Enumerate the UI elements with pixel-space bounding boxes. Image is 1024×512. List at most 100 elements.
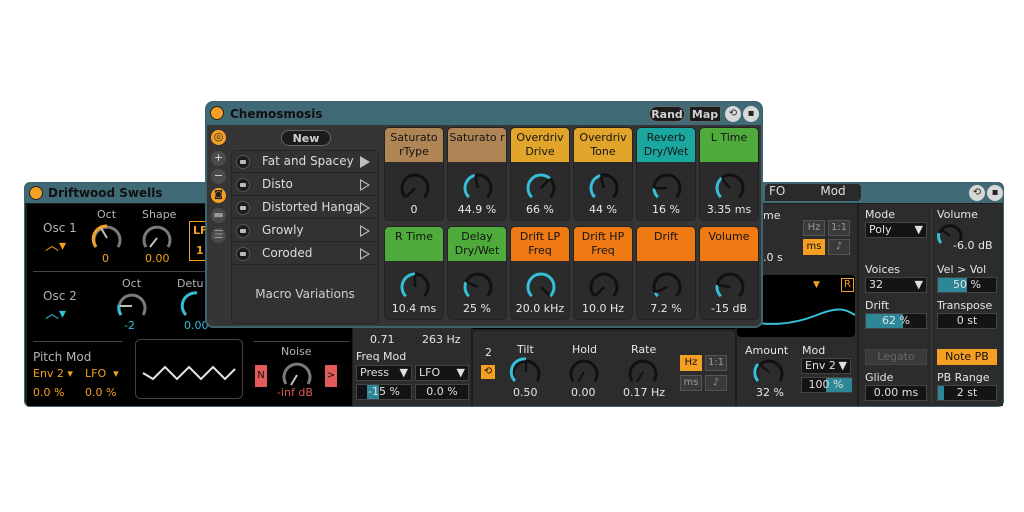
- hot-swap-icon[interactable]: ⟲: [725, 106, 741, 122]
- macro-name[interactable]: Saturato rType: [385, 128, 443, 162]
- osc2-oct-knob[interactable]: [114, 289, 150, 321]
- lfo-rate-knob[interactable]: [625, 355, 661, 387]
- macro-knob-3[interactable]: Overdriv Drive 66 %: [510, 127, 570, 221]
- pitch-mod-amt1[interactable]: 0.0 %: [33, 386, 64, 399]
- mod-pct-slider[interactable]: 100 %: [801, 377, 852, 393]
- macro-name[interactable]: R Time: [385, 227, 443, 261]
- mod-src-dropdown[interactable]: Env 2 ▼: [801, 358, 851, 374]
- lfo-retrigger-button[interactable]: ⟲: [481, 365, 495, 379]
- camera-icon[interactable]: [236, 247, 250, 261]
- macro-name[interactable]: Drift: [637, 227, 695, 261]
- macro-knob-12[interactable]: Volume -15 dB: [699, 226, 759, 320]
- chemosmosis-title-bar[interactable]: Chemosmosis Rand Map ⟲ ▪: [207, 103, 761, 125]
- camera-icon[interactable]: [236, 224, 250, 238]
- freq-mod-src2-dropdown[interactable]: LFO ▼: [415, 365, 469, 381]
- macro-dial[interactable]: [398, 171, 432, 203]
- mode-dropdown[interactable]: Poly ▼: [865, 222, 927, 238]
- pitch-mod-amt2[interactable]: 0.0 %: [85, 386, 116, 399]
- macro-name[interactable]: Overdriv Tone: [574, 128, 632, 162]
- voices-dropdown[interactable]: 32 ▼: [865, 277, 927, 293]
- device-power-toggle[interactable]: [29, 186, 43, 200]
- lfo-note-button[interactable]: ♪: [705, 375, 727, 391]
- variation-row[interactable]: Growly: [232, 220, 378, 242]
- freq-mod-amt2-slider[interactable]: 0.0 %: [415, 384, 469, 400]
- velvol-slider[interactable]: 50 %: [937, 277, 997, 293]
- glide-field[interactable]: 0.00 ms: [865, 385, 927, 401]
- lfo-hz-button[interactable]: Hz: [680, 355, 702, 371]
- freq-mod-amt1-slider[interactable]: -15 %: [356, 384, 412, 400]
- freq-mod-src1-dropdown[interactable]: Press ▼: [356, 365, 412, 381]
- macro-toggle-icon[interactable]: ◎: [211, 130, 226, 145]
- hot-swap-icon[interactable]: ⟲: [969, 185, 985, 201]
- play-icon[interactable]: [360, 179, 370, 191]
- mod-amount-knob[interactable]: [751, 355, 787, 387]
- camera-icon[interactable]: [236, 201, 250, 215]
- macro-dial[interactable]: [587, 171, 621, 203]
- osc1-oct-knob[interactable]: [89, 221, 125, 253]
- macro-knob-11[interactable]: Drift 7.2 %: [636, 226, 696, 320]
- macro-dial[interactable]: [650, 171, 684, 203]
- legato-button[interactable]: Legato: [865, 349, 927, 365]
- new-variation-button[interactable]: New: [281, 130, 331, 146]
- noise-n-button[interactable]: N: [255, 365, 267, 387]
- variation-row[interactable]: Fat and Spacey: [232, 151, 378, 173]
- macro-name[interactable]: L Time: [700, 128, 758, 162]
- rand-button[interactable]: Rand: [649, 106, 685, 122]
- macro-name[interactable]: Drift LP Freq: [511, 227, 569, 261]
- osc1-shape-knob[interactable]: [139, 221, 175, 253]
- note-pb-button[interactable]: Note PB: [937, 349, 997, 365]
- play-icon[interactable]: [360, 248, 370, 260]
- lfo-ms-button[interactable]: ms: [680, 375, 702, 391]
- lfo-sync-ratio-button[interactable]: 1:1: [705, 355, 727, 371]
- macro-dial[interactable]: [461, 171, 495, 203]
- macro-knob-4[interactable]: Overdriv Tone 44 %: [573, 127, 633, 221]
- lfo-hold-knob[interactable]: [566, 355, 602, 387]
- osc1-wave-icon[interactable]: ︿▾: [45, 235, 66, 255]
- macro-name[interactable]: Volume: [700, 227, 758, 261]
- tab-mod[interactable]: Mod: [805, 184, 861, 201]
- save-preset-icon[interactable]: ▪: [987, 185, 1003, 201]
- env-hz-button[interactable]: Hz: [803, 220, 825, 236]
- macro-name[interactable]: Saturato r: [448, 128, 506, 162]
- save-preset-icon[interactable]: ▪: [743, 106, 759, 122]
- macro-dial[interactable]: [713, 171, 747, 203]
- osc2-wave-icon[interactable]: ︿▾: [45, 303, 66, 323]
- macro-knob-2[interactable]: Saturato r 44.9 %: [447, 127, 507, 221]
- camera-icon[interactable]: [236, 178, 250, 192]
- lfo-tilt-knob[interactable]: [508, 355, 544, 387]
- macro-dial[interactable]: [587, 270, 621, 302]
- variation-row[interactable]: Distorted Hanga: [232, 197, 378, 219]
- rack-power-toggle[interactable]: [210, 106, 224, 120]
- remove-macro-icon[interactable]: −: [211, 169, 226, 184]
- env-ms-button[interactable]: ms: [803, 239, 825, 255]
- pitch-mod-src2[interactable]: LFO ▾: [85, 367, 119, 380]
- macro-name[interactable]: Drift HP Freq: [574, 227, 632, 261]
- add-macro-icon[interactable]: +: [211, 151, 226, 166]
- transpose-field[interactable]: 0 st: [937, 313, 997, 329]
- env-r-button[interactable]: R: [841, 278, 854, 292]
- macro-knob-8[interactable]: Delay Dry/Wet 25 %: [447, 226, 507, 320]
- variation-row[interactable]: Coroded: [232, 243, 378, 265]
- variations-camera-icon[interactable]: ◙: [211, 188, 226, 203]
- drift-slider[interactable]: 62 %: [865, 313, 927, 329]
- macro-dial[interactable]: [398, 270, 432, 302]
- pitch-mod-src1[interactable]: Env 2 ▾: [33, 367, 73, 380]
- map-button[interactable]: Map: [689, 106, 721, 122]
- play-icon[interactable]: [360, 225, 370, 237]
- env-note-button[interactable]: ♪: [828, 239, 850, 255]
- macro-knob-5[interactable]: Reverb Dry/Wet 16 %: [636, 127, 696, 221]
- env-ratio-button[interactable]: 1:1: [828, 220, 850, 236]
- macro-dial[interactable]: [524, 270, 558, 302]
- pb-range-field[interactable]: 2 st: [937, 385, 997, 401]
- noise-arrow-button[interactable]: >: [325, 365, 337, 387]
- noise-knob[interactable]: [279, 358, 315, 388]
- camera-icon[interactable]: [236, 155, 250, 169]
- macro-name[interactable]: Reverb Dry/Wet: [637, 128, 695, 162]
- macro-dial[interactable]: [461, 270, 495, 302]
- macro-dial[interactable]: [524, 171, 558, 203]
- chain-list-icon[interactable]: ☰: [211, 228, 226, 243]
- variation-row[interactable]: Disto: [232, 174, 378, 196]
- macro-name[interactable]: Overdriv Drive: [511, 128, 569, 162]
- macro-knob-7[interactable]: R Time 10.4 ms: [384, 226, 444, 320]
- macro-knob-1[interactable]: Saturato rType 0: [384, 127, 444, 221]
